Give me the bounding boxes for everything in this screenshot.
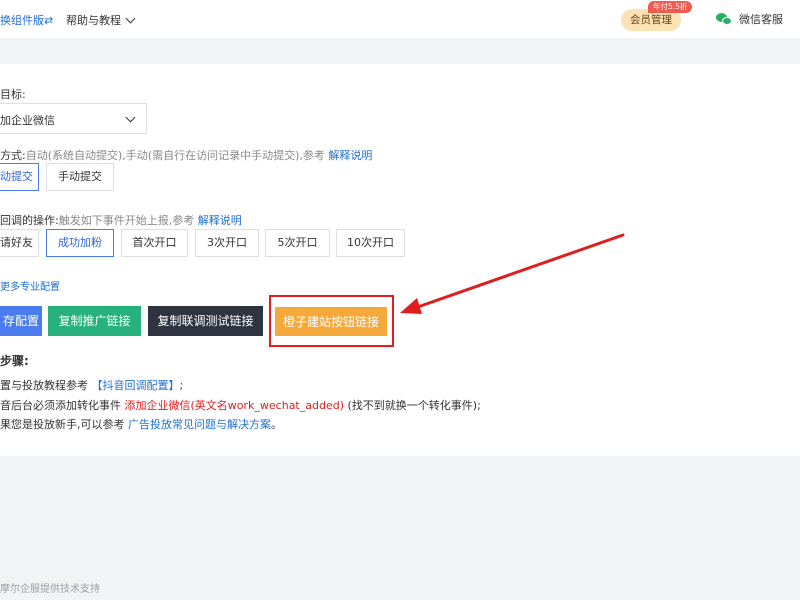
callback-explain-link[interactable]: 解释说明 <box>198 214 242 227</box>
help-menu-label: 帮助与教程 <box>66 14 121 27</box>
callback-option-10-messages[interactable]: 10次开口 <box>336 229 405 257</box>
switch-version-link[interactable]: 换组件版⇄ <box>0 12 53 28</box>
step-1-suffix: ; <box>179 379 184 392</box>
mode-option-auto[interactable]: 动提交 <box>0 163 39 191</box>
target-select[interactable]: 加企业微信 <box>0 103 147 134</box>
wechat-service-link[interactable]: 微信客服 <box>716 11 783 27</box>
copy-promo-link-button[interactable]: 复制推广链接 <box>48 306 141 336</box>
discount-badge: 年付5.5折 <box>648 1 693 13</box>
step-line-2: 音后台必须添加转化事件 添加企业微信(英文名work_wechat_added)… <box>0 397 481 413</box>
callback-option-3-messages[interactable]: 3次开口 <box>195 229 259 257</box>
chevron-down-icon <box>125 13 136 24</box>
step-2-highlight: 添加企业微信(英文名work_wechat_added) <box>124 399 345 412</box>
chevron-down-icon <box>125 112 136 123</box>
callback-option-invite[interactable]: 请好友 <box>0 229 39 257</box>
mode-explain-link[interactable]: 解释说明 <box>328 149 372 162</box>
steps-title: 步骤: <box>0 354 29 368</box>
step-2-text: 音后台必须添加转化事件 <box>0 399 121 412</box>
more-config-link[interactable]: 更多专业配置 <box>0 278 60 293</box>
step-line-1: 置与投放教程参考 【抖音回调配置】; <box>0 377 183 393</box>
target-label: 目标: <box>0 88 26 101</box>
callback-description: 触发如下事件开始上报,参考 <box>58 214 195 227</box>
step-3-suffix: 。 <box>271 418 282 431</box>
footer-credit: 摩尔企服提供技术支持 <box>0 584 100 595</box>
wechat-icon <box>716 12 733 26</box>
callback-option-fan-added[interactable]: 成功加粉 <box>46 229 114 257</box>
callback-row: 回调的操作:触发如下事件开始上报,参考 解释说明 <box>0 212 242 228</box>
step-3-text: 果您是投放新手,可以参考 <box>0 418 125 431</box>
callback-label: 回调的操作: <box>0 214 59 227</box>
highlight-annotation-box <box>269 295 394 347</box>
callback-option-first-message[interactable]: 首次开口 <box>121 229 188 257</box>
mode-option-manual[interactable]: 手动提交 <box>46 163 114 191</box>
mode-row: 方式:自动(系统自动提交),手动(需自行在访问记录中手动提交),参考 解释说明 <box>0 147 372 163</box>
save-config-button[interactable]: 存配置 <box>0 306 42 336</box>
mode-label: 方式: <box>0 149 26 162</box>
douyin-callback-config-link[interactable]: 【抖音回调配置】 <box>92 379 180 392</box>
callback-option-5-messages[interactable]: 5次开口 <box>265 229 330 257</box>
ad-faq-link[interactable]: 广告投放常见问题与解决方案 <box>128 418 271 431</box>
target-select-value: 加企业微信 <box>0 114 55 127</box>
step-1-text: 置与投放教程参考 <box>0 379 88 392</box>
top-bar: 换组件版⇄ 帮助与教程 会员管理 年付5.5折 微信客服 <box>0 0 800 38</box>
copy-joint-test-link-button[interactable]: 复制联调测试链接 <box>148 306 263 336</box>
help-menu[interactable]: 帮助与教程 <box>66 12 136 28</box>
mode-description: 自动(系统自动提交),手动(需自行在访问记录中手动提交),参考 <box>25 149 325 162</box>
step-line-3: 果您是投放新手,可以参考 广告投放常见问题与解决方案。 <box>0 416 282 432</box>
step-2-suffix: (找不到就换一个转化事件); <box>347 399 481 412</box>
wechat-service-label: 微信客服 <box>739 13 783 26</box>
